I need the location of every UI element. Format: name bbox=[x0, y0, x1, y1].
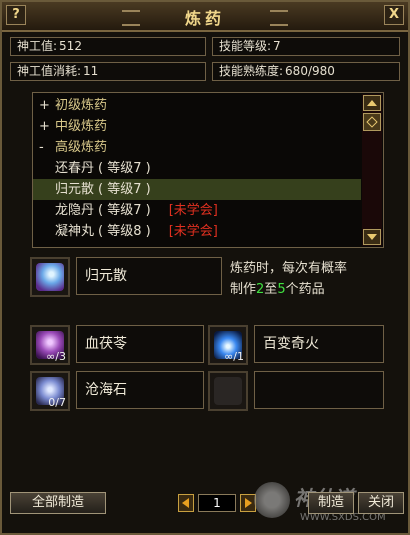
recipe-level: ( 等级7 ) bbox=[98, 161, 151, 176]
skill-level-stat: 技能等级: 7 bbox=[212, 37, 400, 56]
title-ornament-right bbox=[270, 10, 288, 26]
expand-icon[interactable]: + bbox=[39, 95, 55, 116]
material-slot-2[interactable]: ∞/1 bbox=[208, 325, 248, 365]
list-scrollbar[interactable] bbox=[362, 94, 382, 246]
alchemy-window: ? 炼药 X 神工值: 512 技能等级: 7 神工值消耗: 11 技能熟练度: 680… bbox=[0, 0, 410, 535]
shengong-stat: 神工值: 512 bbox=[10, 37, 206, 56]
decrease-quantity-icon[interactable] bbox=[178, 494, 194, 512]
title-bar[interactable]: ? 炼药 X bbox=[2, 2, 408, 32]
category-row-intermediate[interactable]: + 中级炼药 bbox=[33, 116, 361, 137]
material-count: 0/7 bbox=[48, 396, 66, 409]
expand-icon[interactable]: + bbox=[39, 116, 55, 137]
close-icon[interactable]: X bbox=[384, 5, 404, 25]
material-slot-4[interactable] bbox=[208, 371, 248, 411]
proficiency-label: 技能熟练度: bbox=[219, 64, 284, 78]
material-name-3: 沧海石 bbox=[76, 371, 204, 409]
recipe-name: 还春丹 bbox=[55, 161, 95, 176]
category-row-basic[interactable]: + 初级炼药 bbox=[33, 95, 361, 116]
scroll-thumb[interactable] bbox=[363, 113, 381, 131]
category-name: 高级炼药 bbox=[55, 140, 108, 155]
recipe-row[interactable]: 龙隐丹( 等级7 ) [未学会] bbox=[33, 200, 361, 221]
recipe-list[interactable]: + 初级炼药 + 中级炼药 - 高级炼药 还春丹( 等级7 ) 归元散( 等级7 ) … bbox=[32, 92, 384, 248]
shengong-value: 512 bbox=[59, 39, 82, 53]
category-name: 初级炼药 bbox=[55, 98, 108, 113]
material-name-4 bbox=[254, 371, 384, 409]
skill-level-value: 7 bbox=[273, 39, 281, 53]
material-name-2: 百变奇火 bbox=[254, 325, 384, 363]
recipe-level: ( 等级7 ) bbox=[98, 203, 151, 218]
quantity-input[interactable] bbox=[198, 494, 236, 512]
shengong-label: 神工值: bbox=[17, 39, 58, 53]
recipe-row[interactable]: 凝神丸( 等级8 ) [未学会] bbox=[33, 221, 361, 242]
collapse-icon[interactable]: - bbox=[39, 137, 55, 158]
description-line-1: 炼药时，每次有概率 bbox=[230, 261, 348, 276]
make-all-button[interactable]: 全部制造 bbox=[10, 492, 106, 514]
recipe-row[interactable]: 还春丹( 等级7 ) bbox=[33, 158, 361, 179]
proficiency-value: 680/980 bbox=[285, 64, 335, 78]
max-count: 5 bbox=[277, 282, 286, 297]
watermark-logo-icon bbox=[254, 482, 290, 518]
recipe-row-selected[interactable]: 归元散( 等级7 ) bbox=[33, 179, 361, 200]
product-name-box: 归元散 bbox=[76, 257, 222, 295]
crystal-potion-icon bbox=[36, 263, 64, 291]
material-count: ∞/3 bbox=[46, 350, 66, 363]
category-row-advanced[interactable]: - 高级炼药 bbox=[33, 137, 361, 158]
material-name-1: 血茯苓 bbox=[76, 325, 204, 363]
recipe-level: ( 等级7 ) bbox=[98, 182, 151, 197]
unlearned-tag: [未学会] bbox=[168, 203, 218, 218]
product-description: 炼药时，每次有概率 制作2至5个药品 bbox=[230, 258, 400, 306]
scroll-up-icon[interactable] bbox=[363, 95, 381, 111]
material-slot-1[interactable]: ∞/3 bbox=[30, 325, 70, 365]
recipe-level: ( 等级8 ) bbox=[98, 224, 151, 239]
material-count: ∞/1 bbox=[224, 350, 244, 363]
consume-value: 11 bbox=[83, 64, 99, 78]
consume-stat: 神工值消耗: 11 bbox=[10, 62, 206, 81]
recipe-name: 归元散 bbox=[55, 182, 95, 197]
category-name: 中级炼药 bbox=[55, 119, 108, 134]
material-slot-3[interactable]: 0/7 bbox=[30, 371, 70, 411]
window-title: 炼药 bbox=[184, 9, 225, 28]
unlearned-tag: [未学会] bbox=[168, 224, 218, 239]
proficiency-stat: 技能熟练度: 680/980 bbox=[212, 62, 400, 81]
close-button[interactable]: 关闭 bbox=[358, 492, 404, 514]
product-slot[interactable] bbox=[30, 257, 70, 297]
recipe-name: 龙隐丹 bbox=[55, 203, 95, 218]
recipe-name: 凝神丸 bbox=[55, 224, 95, 239]
skill-level-label: 技能等级: bbox=[219, 39, 272, 53]
consume-label: 神工值消耗: bbox=[17, 64, 82, 78]
scroll-down-icon[interactable] bbox=[363, 229, 381, 245]
empty-slot-icon bbox=[214, 377, 242, 405]
make-button[interactable]: 制造 bbox=[308, 492, 354, 514]
description-line-2: 制作2至5个药品 bbox=[230, 282, 325, 297]
